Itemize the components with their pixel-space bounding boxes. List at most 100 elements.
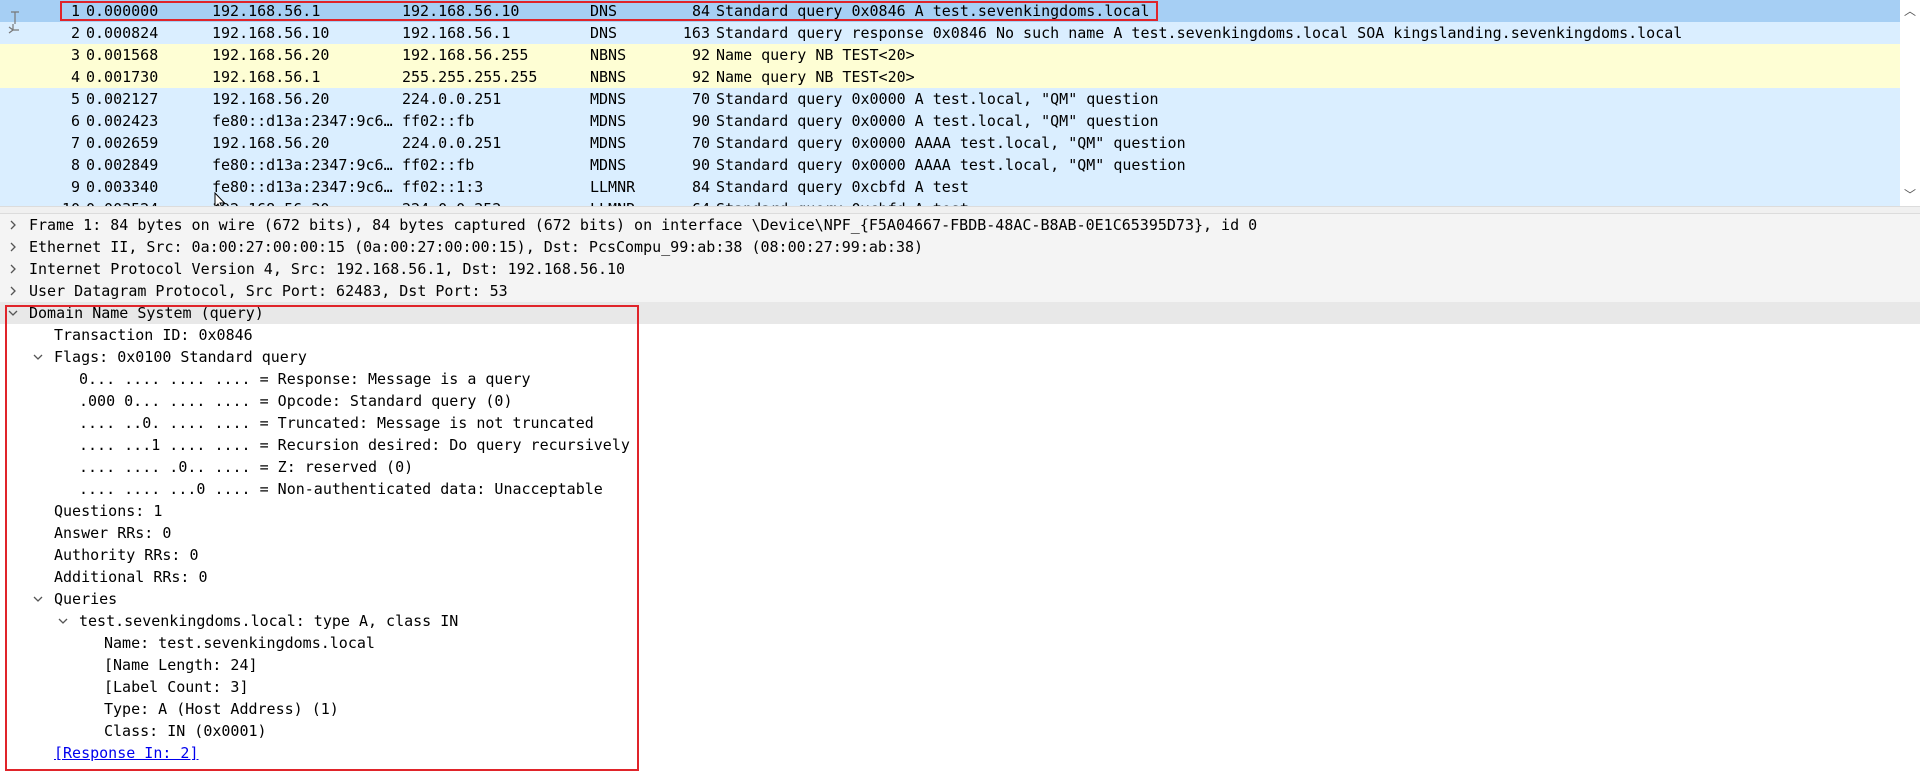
packet-list-scrollbar[interactable]: ︿ ﹀ (1900, 0, 1920, 206)
scroll-down-icon[interactable]: ﹀ (1900, 186, 1920, 203)
packet-len-cell: 92 (691, 46, 710, 64)
collapse-arrow-icon[interactable] (31, 346, 45, 368)
scroll-up-icon[interactable]: ︿ (1900, 2, 1920, 19)
packet-time-cell: 0.001568 (86, 46, 159, 64)
tree-item-label: Answer RRs: 0 (54, 524, 172, 542)
collapse-arrow-icon[interactable] (31, 588, 45, 610)
packet-proto-cell: MDNS (590, 112, 627, 130)
packet-proto-cell: LLMNR (590, 178, 636, 196)
packet-len-cell: 90 (691, 156, 710, 174)
packet-row[interactable]: 6 0.002423 fe80::d13a:2347:9c6… ff02::fb MDN… (0, 110, 1900, 132)
tree-item-label: Authority RRs: 0 (54, 546, 199, 564)
tree-item[interactable]: .... .... .0.. .... = Z: reserved (0) (0, 456, 1920, 478)
packet-dst-cell: 224.0.0.251 (402, 90, 502, 108)
tree-item[interactable]: Ethernet II, Src: 0a:00:27:00:00:15 (0a:… (0, 236, 1920, 258)
packet-src-cell: fe80::d13a:2347:9c6… (212, 112, 393, 130)
tree-item-label: Ethernet II, Src: 0a:00:27:00:00:15 (0a:… (29, 238, 924, 256)
packet-row[interactable]: 9 0.003340 fe80::d13a:2347:9c6… ff02::1:3 LL… (0, 176, 1900, 198)
packet-no-cell: 9 (70, 178, 80, 196)
packet-time-cell: 0.003524 (86, 198, 158, 206)
tree-item[interactable]: [Response In: 2] (0, 742, 1920, 764)
tree-item[interactable]: Answer RRs: 0 (0, 522, 1920, 544)
tree-item[interactable]: Name: test.sevenkingdoms.local (0, 632, 1920, 654)
packet-proto-cell: DNS (590, 2, 618, 20)
packet-info-cell: Name query NB TEST<20> (716, 68, 915, 86)
tree-item[interactable]: Questions: 1 (0, 500, 1920, 522)
packet-no-cell: 8 (70, 156, 80, 174)
packet-src-cell: 192.168.56.20 (212, 46, 330, 64)
collapse-arrow-icon[interactable] (6, 302, 20, 324)
packet-row[interactable]: 8 0.002849 fe80::d13a:2347:9c6… ff02::fb MDN… (0, 154, 1900, 176)
tree-item-label: Transaction ID: 0x0846 (54, 326, 253, 344)
packet-dst-cell: 224.0.0.251 (402, 134, 502, 152)
expand-arrow-icon[interactable] (6, 280, 20, 302)
tree-item[interactable]: Authority RRs: 0 (0, 544, 1920, 566)
packet-time-cell: 0.000000 (86, 2, 159, 20)
expand-arrow-icon[interactable] (6, 214, 20, 236)
response-in-link[interactable]: [Response In: 2] (54, 742, 199, 764)
collapse-arrow-icon[interactable] (56, 610, 70, 632)
packet-row[interactable]: 2 0.000824 192.168.56.10 192.168.56.1 DNS 163… (0, 22, 1900, 44)
tree-item-label: Class: IN (0x0001) (104, 722, 267, 740)
packet-row[interactable]: 7 0.002659 192.168.56.20 224.0.0.251 MDNS 70 S… (0, 132, 1900, 154)
tree-item[interactable]: [Name Length: 24] (0, 654, 1920, 676)
tree-item-label: Domain Name System (query) (29, 304, 264, 322)
packet-proto-cell: LLMNR (590, 198, 635, 206)
packet-row[interactable]: 10 0.003524 192.168.56.20 224.0.0.252 LLMNR 6… (0, 198, 1900, 206)
packet-proto-cell: MDNS (590, 134, 627, 152)
tree-item[interactable]: Additional RRs: 0 (0, 566, 1920, 588)
packet-list[interactable]: 10 0.003524 192.168.56.20 224.0.0.252 LLMNR 6… (0, 0, 1920, 206)
expand-arrow-icon[interactable] (6, 258, 20, 280)
packet-proto-cell: NBNS (590, 46, 627, 64)
packet-len-cell: 92 (691, 68, 710, 86)
tree-item-label: .... .... .0.. .... = Z: reserved (0) (79, 458, 414, 476)
packet-details-tree[interactable]: [Response In: 2] Class: IN (0x0001) Type: … (0, 214, 1920, 783)
tree-item[interactable]: 0... .... .... .... = Response: Message … (0, 368, 1920, 390)
tree-item[interactable]: Flags: 0x0100 Standard query (0, 346, 1920, 368)
tree-item[interactable]: Domain Name System (query) (0, 302, 1920, 324)
packet-info-cell: Standard query 0x0000 A test.local, "QM"… (716, 112, 1159, 130)
tree-item[interactable]: .000 0... .... .... = Opcode: Standard q… (0, 390, 1920, 412)
packet-row[interactable]: 5 0.002127 192.168.56.20 224.0.0.251 MDNS 70 S… (0, 88, 1900, 110)
tree-item[interactable]: .... ...1 .... .... = Recursion desired:… (0, 434, 1920, 456)
packet-dst-cell: 192.168.56.10 (402, 2, 520, 20)
packet-len-cell: 70 (691, 134, 710, 152)
packet-info-cell: Standard query 0xcbfd A test (716, 198, 969, 206)
packet-no-cell: 1 (70, 2, 80, 20)
tree-item-label: Additional RRs: 0 (54, 568, 208, 586)
related-packet-response-icon (8, 24, 19, 34)
expand-arrow-icon[interactable] (6, 236, 20, 258)
tree-item[interactable]: Queries (0, 588, 1920, 610)
tree-item-label: .... ..0. .... .... = Truncated: Message… (79, 414, 594, 432)
packet-len-cell: 90 (691, 112, 710, 130)
tree-item[interactable]: test.sevenkingdoms.local: type A, class … (0, 610, 1920, 632)
tree-item[interactable]: .... ..0. .... .... = Truncated: Message… (0, 412, 1920, 434)
packet-len-cell: 70 (691, 90, 710, 108)
tree-item-label: Frame 1: 84 bytes on wire (672 bits), 84… (29, 216, 1258, 234)
tree-item[interactable]: [Label Count: 3] (0, 676, 1920, 698)
packet-no-cell: 3 (70, 46, 80, 64)
tree-item[interactable]: User Datagram Protocol, Src Port: 62483,… (0, 280, 1920, 302)
tree-item[interactable]: Class: IN (0x0001) (0, 720, 1920, 742)
packet-row[interactable]: 4 0.001730 192.168.56.1 255.255.255.255 NBNS… (0, 66, 1900, 88)
packet-info-cell: Name query NB TEST<20> (716, 46, 915, 64)
packet-time-cell: 0.002849 (86, 156, 159, 174)
tree-item[interactable]: Frame 1: 84 bytes on wire (672 bits), 84… (0, 214, 1920, 236)
packet-time-cell: 0.003340 (86, 178, 159, 196)
packet-row[interactable]: 3 0.001568 192.168.56.20 192.168.56.255 NBNS… (0, 44, 1900, 66)
packet-src-cell: 192.168.56.20 (212, 90, 330, 108)
packet-proto-cell: MDNS (590, 156, 627, 174)
tree-item[interactable]: .... .... ...0 .... = Non-authenticated … (0, 478, 1920, 500)
packet-src-cell: 192.168.56.20 (212, 198, 329, 206)
tree-item-label: .000 0... .... .... = Opcode: Standard q… (79, 392, 513, 410)
packet-dst-cell: 192.168.56.255 (402, 46, 529, 64)
tree-item[interactable]: Internet Protocol Version 4, Src: 192.16… (0, 258, 1920, 280)
packet-time-cell: 0.002127 (86, 90, 159, 108)
tree-item[interactable]: Type: A (Host Address) (1) (0, 698, 1920, 720)
packet-row[interactable]: 1 0.000000 192.168.56.1 192.168.56.10 DNS 84 S… (0, 0, 1900, 22)
pane-splitter[interactable] (0, 206, 1920, 214)
tree-item-label: [Label Count: 3] (104, 678, 249, 696)
packet-time-cell: 0.001730 (86, 68, 159, 86)
tree-item-label: Questions: 1 (54, 502, 163, 520)
tree-item[interactable]: Transaction ID: 0x0846 (0, 324, 1920, 346)
